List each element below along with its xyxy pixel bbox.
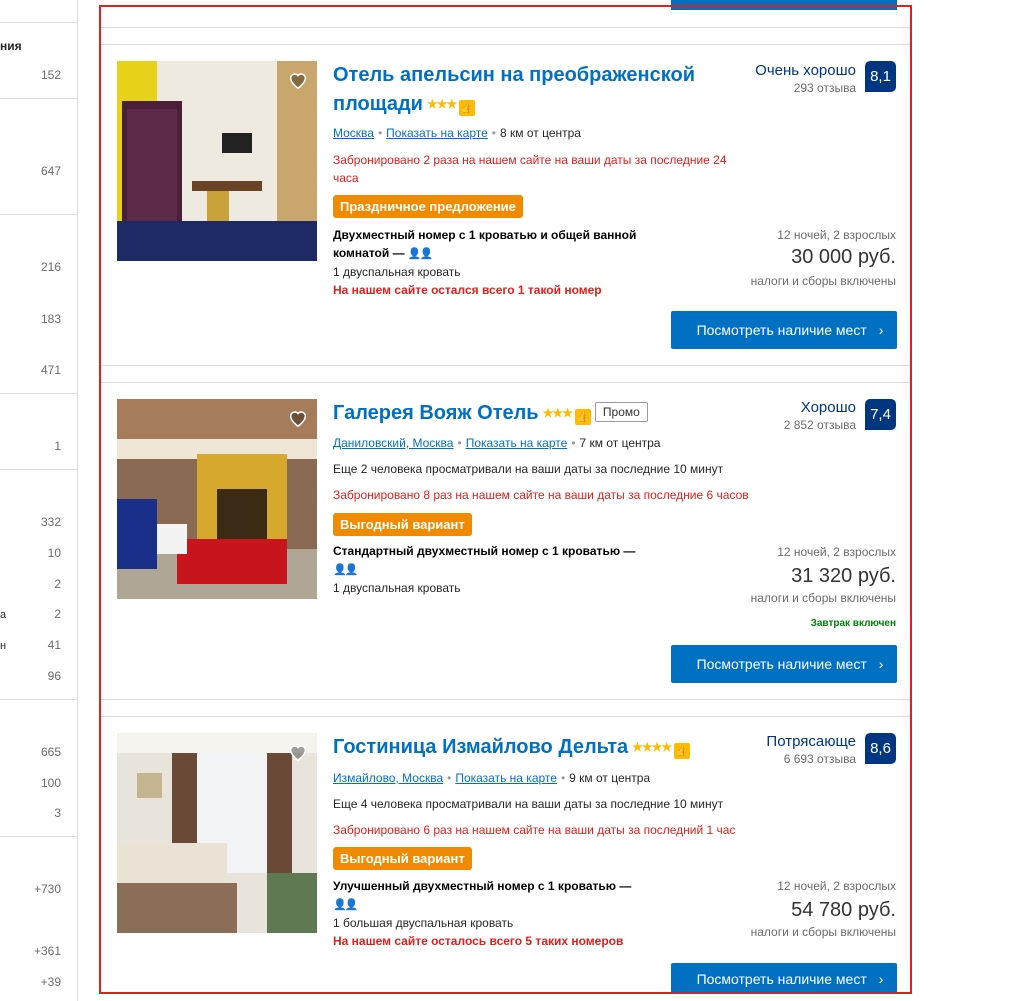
filter-count[interactable]: 332 xyxy=(41,515,61,529)
divider xyxy=(0,214,77,215)
filter-label-fragment: а xyxy=(0,609,7,621)
filter-count[interactable]: 665 xyxy=(41,745,61,759)
filter-label-fragment: н xyxy=(0,640,7,652)
filter-count[interactable]: 2 xyxy=(54,577,61,591)
divider xyxy=(0,98,77,99)
filter-count[interactable]: 2 xyxy=(54,607,61,621)
filter-count[interactable]: +730 xyxy=(34,882,61,896)
filter-count[interactable]: 1 xyxy=(54,439,61,453)
divider xyxy=(0,22,77,23)
filter-count[interactable]: 10 xyxy=(48,546,61,560)
filter-count[interactable]: +361 xyxy=(34,944,61,958)
filter-count[interactable]: 3 xyxy=(54,806,61,820)
divider xyxy=(0,469,77,470)
filter-count[interactable]: 41 xyxy=(48,638,61,652)
selection-highlight xyxy=(99,5,912,994)
divider xyxy=(0,393,77,394)
divider xyxy=(0,699,77,700)
filter-heading: ния xyxy=(0,39,22,53)
filter-count[interactable]: 216 xyxy=(41,260,61,274)
filter-sidebar: ния 152 647 216 183 471 1 332 10 2 а 2 н… xyxy=(0,0,78,1001)
filter-count[interactable]: 647 xyxy=(41,164,61,178)
filter-count[interactable]: 100 xyxy=(41,776,61,790)
filter-count[interactable]: 96 xyxy=(48,669,61,683)
filter-count[interactable]: +39 xyxy=(41,975,61,989)
filter-count[interactable]: 152 xyxy=(41,68,61,82)
divider xyxy=(0,836,77,837)
filter-count[interactable]: 471 xyxy=(41,363,61,377)
filter-count[interactable]: 183 xyxy=(41,312,61,326)
